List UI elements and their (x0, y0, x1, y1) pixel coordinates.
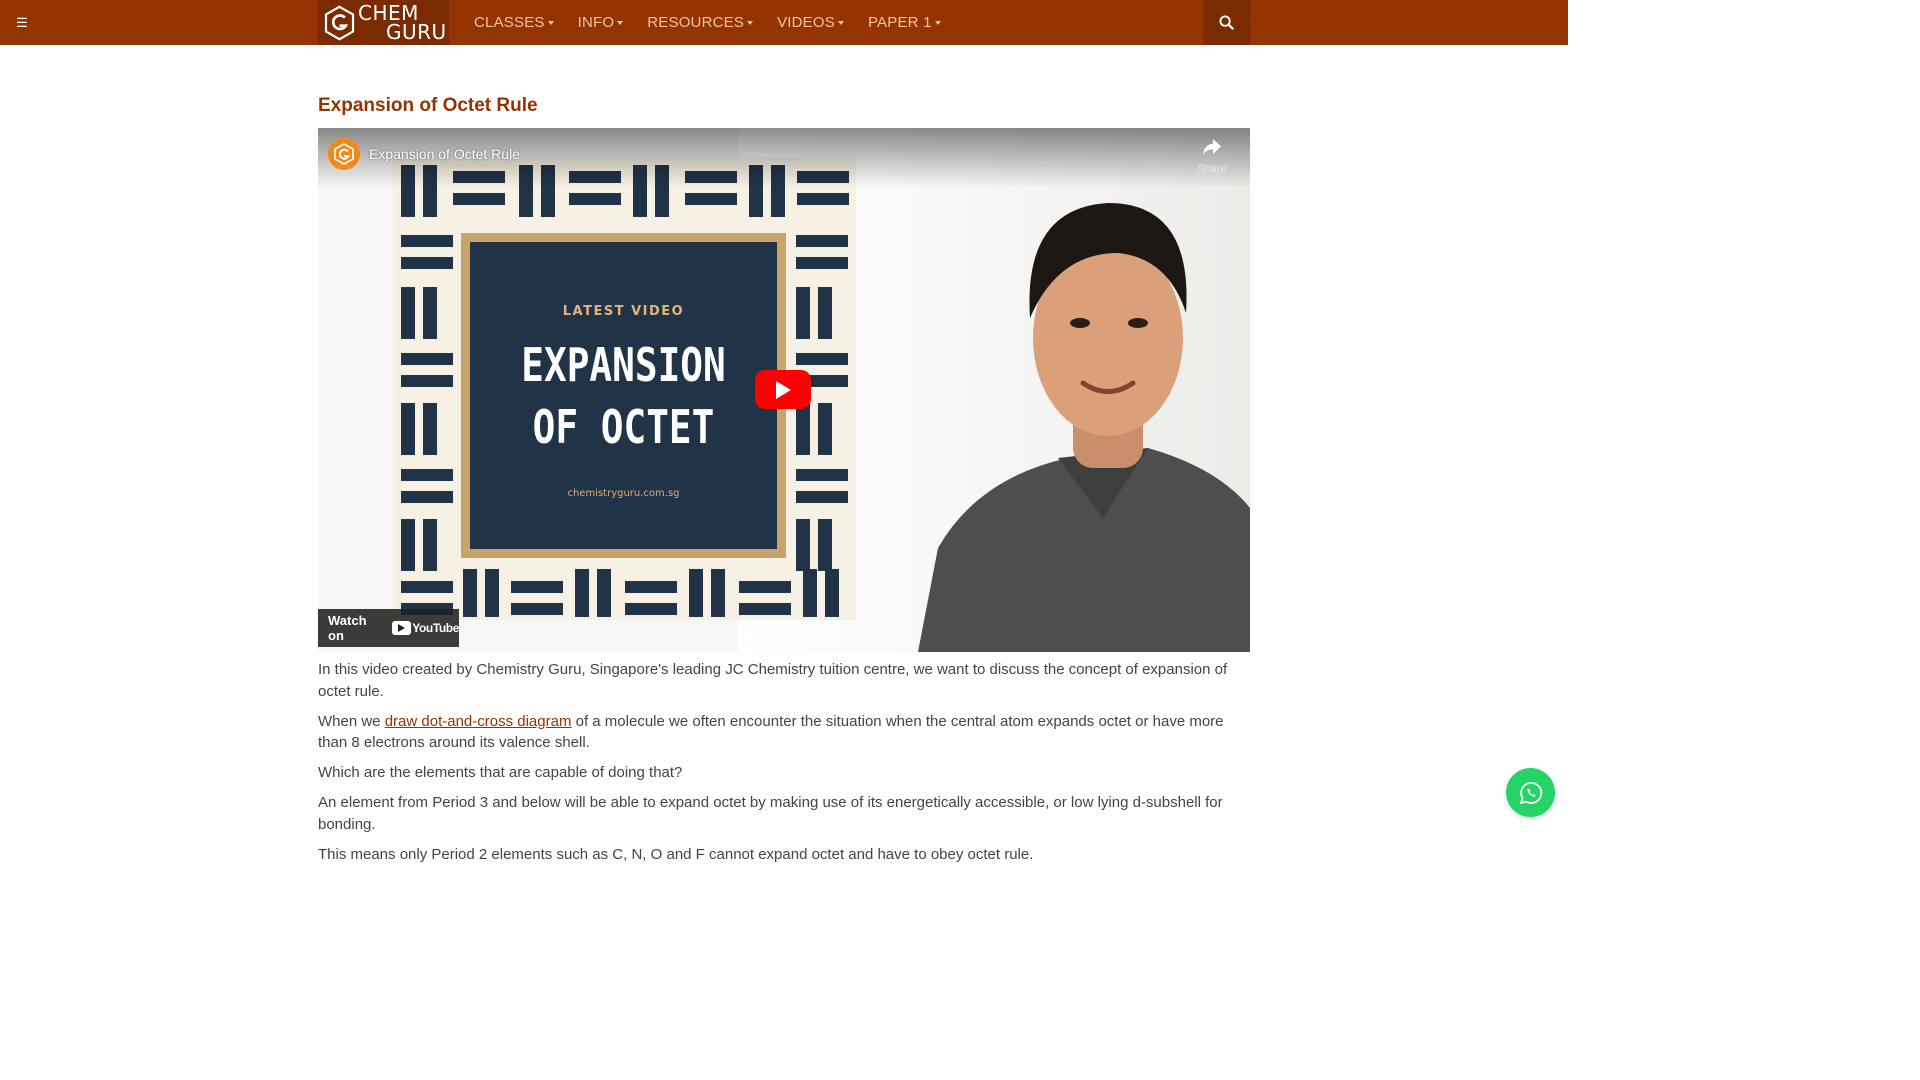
paragraph-period-3: An element from Period 3 and below will … (318, 794, 1223, 833)
paragraph-dot-cross-before: When we (318, 712, 385, 730)
paragraph-question: Which are the elements that are capable … (318, 764, 683, 781)
play-button[interactable] (755, 370, 811, 409)
search-icon (1219, 15, 1234, 30)
logo-line-2: GURU (386, 19, 447, 44)
youtube-wordmark: YouTube (412, 621, 459, 635)
caret-down-icon (837, 20, 844, 25)
nav-videos[interactable]: VIDEOS (777, 14, 844, 31)
youtube-logo-icon: YouTube (392, 621, 459, 635)
nav-resources[interactable]: RESOURCES (647, 14, 754, 31)
thumbnail-card: LATEST VIDEO EXPANSION OF OCTET chemistr… (461, 233, 786, 558)
logo-g-icon (324, 5, 355, 40)
nav-info[interactable]: INFO (578, 14, 624, 31)
nav-paper-1-label: PAPER 1 (867, 14, 932, 31)
hamburger-icon[interactable]: ☰ (11, 12, 33, 34)
caret-down-icon (747, 20, 754, 25)
search-button[interactable] (1203, 0, 1250, 45)
paragraph-dot-cross: When we draw dot-and-cross diagram of a … (318, 711, 1250, 754)
play-icon (776, 380, 791, 399)
site-logo[interactable]: CHEM GURU (318, 0, 449, 45)
nav-resources-label: RESOURCES (647, 14, 745, 31)
thumbnail-headline-line-1: EXPANSION (521, 338, 726, 392)
caret-down-icon (617, 20, 624, 25)
share-icon (1203, 139, 1221, 155)
top-navbar: ☰ CHEM GURU CLASSES INFO RESOURCES VIDEO… (0, 0, 1568, 45)
nav-classes[interactable]: CLASSES (474, 14, 554, 31)
watch-on-label: Watch on (328, 613, 367, 643)
caret-down-icon (547, 20, 554, 25)
channel-g-icon (334, 143, 354, 165)
main-nav: CLASSES INFO RESOURCES VIDEOS PAPER 1 (463, 0, 965, 45)
thumbnail-headline-line-2: OF OCTET (532, 400, 715, 454)
youtube-embed[interactable]: LATEST VIDEO EXPANSION OF OCTET chemistr… (318, 128, 1250, 652)
paragraph-intro: In this video created by Chemistry Guru,… (318, 661, 1228, 700)
paragraph-period-2: This means only Period 2 elements such a… (318, 845, 1034, 863)
whatsapp-icon (1519, 781, 1542, 804)
channel-avatar-icon[interactable] (328, 138, 360, 170)
page-title: Expansion of Octet Rule (318, 95, 538, 116)
thumbnail-kicker: LATEST VIDEO (562, 304, 685, 319)
nav-paper-1[interactable]: PAPER 1 (868, 14, 941, 31)
thumbnail-url: chemistryguru.com.sg (567, 488, 680, 499)
nav-videos-label: VIDEOS (777, 14, 835, 31)
share-label: Share (1197, 163, 1227, 175)
dot-and-cross-link[interactable]: draw dot-and-cross diagram (385, 713, 572, 730)
caret-down-icon (934, 20, 941, 25)
thumbnail-headline: EXPANSION OF OCTET (498, 334, 750, 458)
logo-text: CHEM GURU (358, 3, 447, 44)
thumbnail-card-inner: LATEST VIDEO EXPANSION OF OCTET chemistr… (470, 242, 777, 549)
nav-classes-label: CLASSES (474, 14, 545, 31)
share-button[interactable]: Share (1194, 138, 1230, 175)
presenter-image (918, 203, 1250, 652)
youtube-play-box (392, 621, 412, 635)
nav-info-label: INFO (577, 14, 615, 31)
video-title-link[interactable]: Expansion of Octet Rule (369, 146, 520, 162)
article-body: In this video created by Chemistry Guru,… (318, 659, 1250, 874)
whatsapp-button[interactable] (1506, 768, 1555, 817)
watch-on-youtube-button[interactable]: Watch on YouTube (318, 609, 459, 647)
